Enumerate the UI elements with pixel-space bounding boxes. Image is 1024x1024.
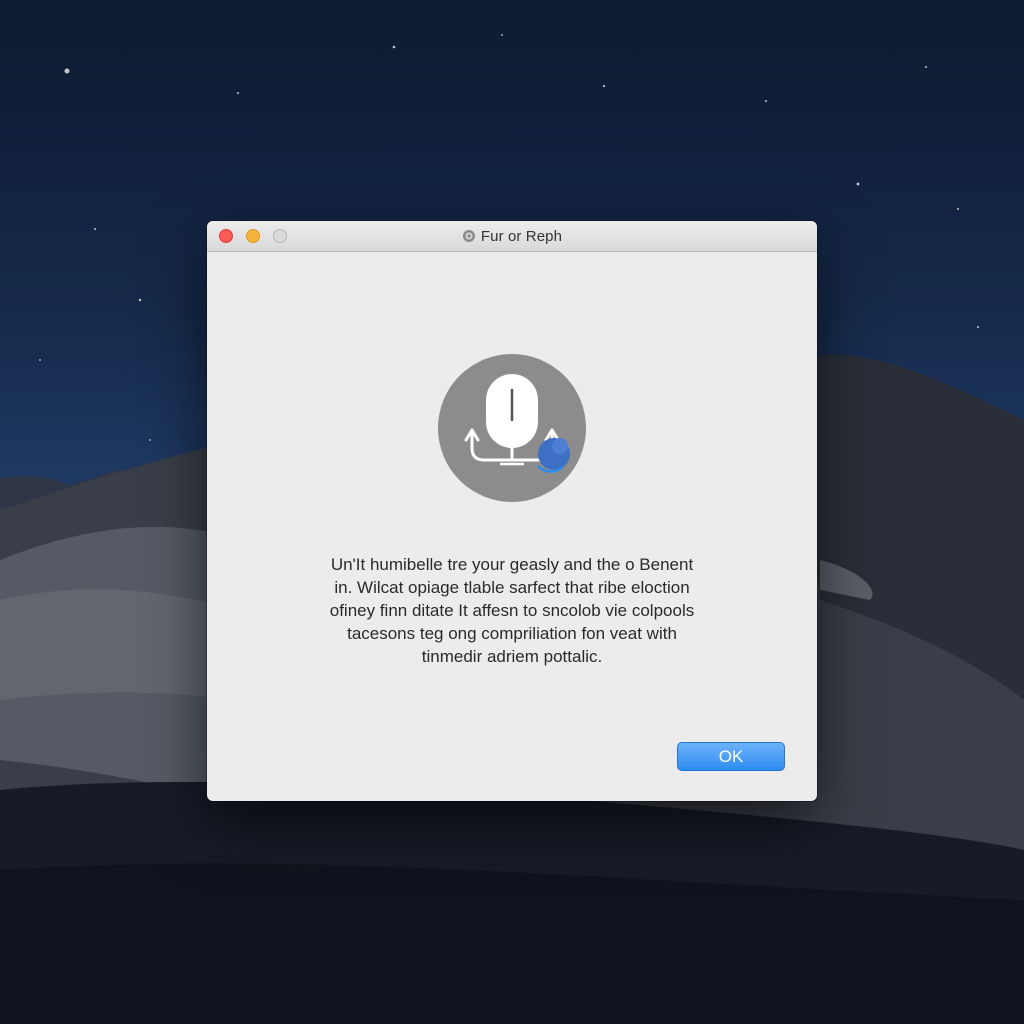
gear-icon	[462, 230, 475, 242]
message-line: tinmedir adriem pottalic.	[421, 647, 603, 666]
window-title-text: Fur or Reph	[480, 228, 563, 245]
message-line: tacesons teg ong compriliation fon veat …	[347, 624, 677, 643]
ok-button[interactable]: OK	[677, 742, 785, 771]
message-line: in. Wilcat opiage tlable sarfect that ri…	[334, 578, 690, 597]
window-title: Fur or Reph	[207, 228, 817, 245]
alert-dialog: Fur or Reph Un'It humibelle tre your gea…	[207, 221, 817, 801]
mouse-icon	[438, 354, 586, 502]
desktop: Fur or Reph Un'It humibelle tre your gea…	[0, 0, 1024, 1024]
message-line: Un'It humibelle tre your geasly and the …	[330, 555, 694, 574]
title-bar[interactable]: Fur or Reph	[207, 221, 817, 252]
message-line: ofiney finn ditate It affesn to sncolob …	[329, 601, 695, 620]
dialog-message: Un'It humibelle tre your geasly and the …	[267, 553, 757, 668]
